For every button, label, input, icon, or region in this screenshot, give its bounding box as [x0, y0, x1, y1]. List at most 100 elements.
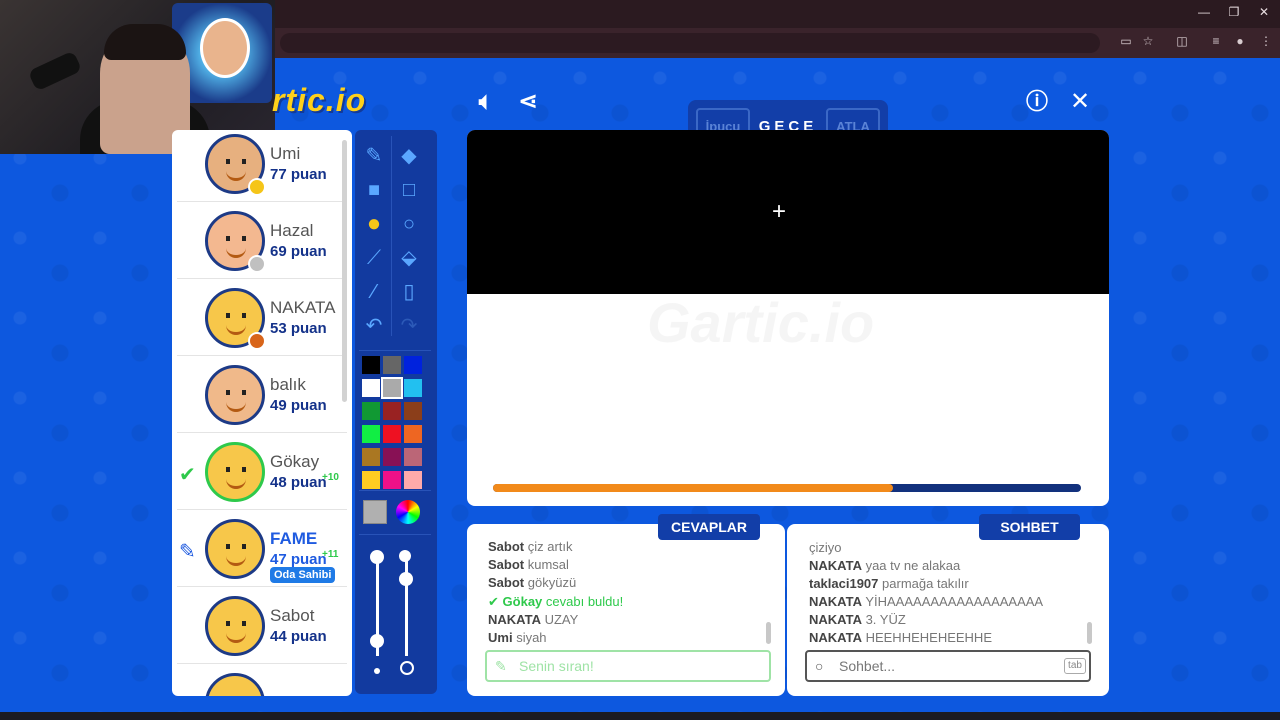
player-avatar	[205, 365, 265, 425]
color-swatch[interactable]	[404, 379, 422, 397]
chat-scrollbar[interactable]	[1087, 622, 1092, 644]
eyedropper-icon[interactable]: ⁄	[360, 278, 388, 306]
player-score: 47 puan	[270, 551, 327, 568]
profile-icon[interactable]: ●	[1232, 34, 1248, 48]
color-swatch[interactable]	[404, 402, 422, 420]
color-swatch[interactable]	[362, 402, 380, 420]
players-scrollbar[interactable]	[342, 140, 347, 402]
opacity-slider[interactable]	[405, 556, 408, 656]
restore-icon[interactable]: ❐	[1224, 5, 1244, 19]
player-score: 44 puan	[270, 628, 327, 645]
check-icon: ✔	[488, 594, 499, 609]
color-swatch[interactable]	[362, 425, 380, 443]
search-icon: ○	[815, 658, 824, 674]
answer-message: Umi siyah	[488, 630, 547, 645]
color-swatch[interactable]	[404, 471, 422, 489]
color-swatch[interactable]	[383, 425, 401, 443]
player-row[interactable]: Sabot 44 puan	[177, 588, 347, 664]
sound-icon[interactable]: 🔈︎	[472, 88, 500, 116]
eraser-icon[interactable]: ◆	[395, 142, 423, 170]
star-icon[interactable]: ☆	[1140, 34, 1156, 48]
color-wheel-icon[interactable]	[396, 500, 420, 524]
drawing-canvas[interactable]: Gartic.io +	[467, 130, 1109, 506]
tool-divider	[359, 490, 431, 491]
player-name: Sabot	[270, 606, 315, 625]
fill-bucket-icon[interactable]: ⬙	[395, 244, 423, 272]
current-color-swatch[interactable]	[363, 500, 387, 524]
opacity-knob[interactable]	[399, 572, 413, 586]
color-swatch[interactable]	[404, 448, 422, 466]
player-row[interactable]: Umi 77 puan	[177, 130, 347, 202]
brush-size-knob[interactable]	[370, 634, 384, 648]
color-swatch[interactable]	[383, 356, 401, 374]
canvas-watermark: Gartic.io	[647, 290, 874, 355]
close-icon[interactable]: ✕	[1066, 88, 1094, 116]
player-name: Gökay	[270, 452, 320, 471]
answers-scrollbar[interactable]	[766, 622, 771, 644]
player-avatar	[205, 442, 265, 502]
redo-icon[interactable]: ↷	[395, 312, 423, 340]
player-avatar	[205, 673, 265, 696]
color-swatch[interactable]	[383, 471, 401, 489]
color-swatch[interactable]	[383, 402, 401, 420]
chat-header: SOHBET	[979, 514, 1080, 540]
color-swatch[interactable]	[404, 356, 422, 374]
status-dot	[248, 332, 266, 350]
close-window-icon[interactable]: ✕	[1254, 5, 1274, 19]
color-swatch[interactable]	[362, 379, 380, 397]
streamer-hair	[104, 24, 186, 60]
playlist-icon[interactable]: ≡	[1208, 34, 1224, 48]
player-row[interactable]: ✎ FAME 47 puan +11 Oda Sahibi	[177, 511, 347, 587]
color-swatch[interactable]	[362, 356, 380, 374]
points-gained: +11	[322, 549, 339, 560]
player-row[interactable]	[177, 665, 347, 696]
player-row[interactable]: balık 49 puan	[177, 357, 347, 433]
poster-avatar-image	[200, 18, 250, 78]
color-swatch[interactable]	[362, 448, 380, 466]
tool-divider	[359, 534, 431, 535]
pencil-icon[interactable]: ✎	[360, 142, 388, 170]
filled-ellipse-icon[interactable]: ●	[360, 210, 388, 238]
tab-key-hint: tab	[1064, 658, 1086, 674]
chat-message: taklaci1907 parmağa takılır	[809, 576, 969, 591]
player-row[interactable]: Hazal 69 puan	[177, 203, 347, 279]
answers-header: CEVAPLAR	[658, 514, 760, 540]
filled-rect-icon[interactable]: ■	[360, 176, 388, 204]
player-name: Umi	[270, 144, 301, 163]
chat-message: çiziyo	[809, 540, 842, 555]
answer-input[interactable]: ✎ Senin sıran!	[485, 650, 771, 682]
color-swatch[interactable]	[362, 471, 380, 489]
player-name: balık	[270, 375, 306, 394]
undo-icon[interactable]: ↶	[360, 312, 388, 340]
menu-icon[interactable]: ⋮	[1258, 34, 1274, 48]
extension-icon[interactable]: ◫	[1174, 34, 1190, 48]
taskbar-strip	[0, 712, 1280, 720]
minimize-icon[interactable]: —	[1194, 5, 1214, 19]
address-bar[interactable]	[280, 33, 1100, 53]
ellipse-outline-icon[interactable]: ○	[395, 210, 423, 238]
opacity-knob[interactable]	[399, 550, 411, 562]
tool-divider	[359, 350, 431, 351]
rect-outline-icon[interactable]: □	[395, 176, 423, 204]
large-dot-icon	[400, 661, 414, 675]
line-icon[interactable]: ⟋	[360, 244, 388, 272]
color-swatch[interactable]	[381, 377, 403, 399]
crosshair-cursor-icon: +	[772, 198, 787, 225]
drawing-pencil-icon: ✎	[179, 541, 196, 563]
player-name: NAKATA	[270, 298, 336, 317]
brush-size-knob[interactable]	[370, 550, 384, 564]
tool-divider	[391, 136, 392, 336]
info-icon[interactable]: ⓘ	[1023, 88, 1051, 116]
clear-page-icon[interactable]: ▯	[395, 278, 423, 306]
color-swatch[interactable]	[383, 448, 401, 466]
color-swatch[interactable]	[404, 425, 422, 443]
player-row[interactable]: NAKATA 53 puan	[177, 280, 347, 356]
share-icon[interactable]: ⋖	[514, 88, 542, 116]
cast-icon[interactable]: ▭	[1118, 34, 1134, 48]
player-row[interactable]: ✔ Gökay 48 puan +10	[177, 434, 347, 510]
chat-input[interactable]: ○ Sohbet...	[805, 650, 1091, 682]
answer-message: Sabot çiz artık	[488, 539, 573, 554]
player-avatar	[205, 519, 265, 579]
status-dot	[248, 255, 266, 273]
timer-fill	[493, 484, 893, 492]
